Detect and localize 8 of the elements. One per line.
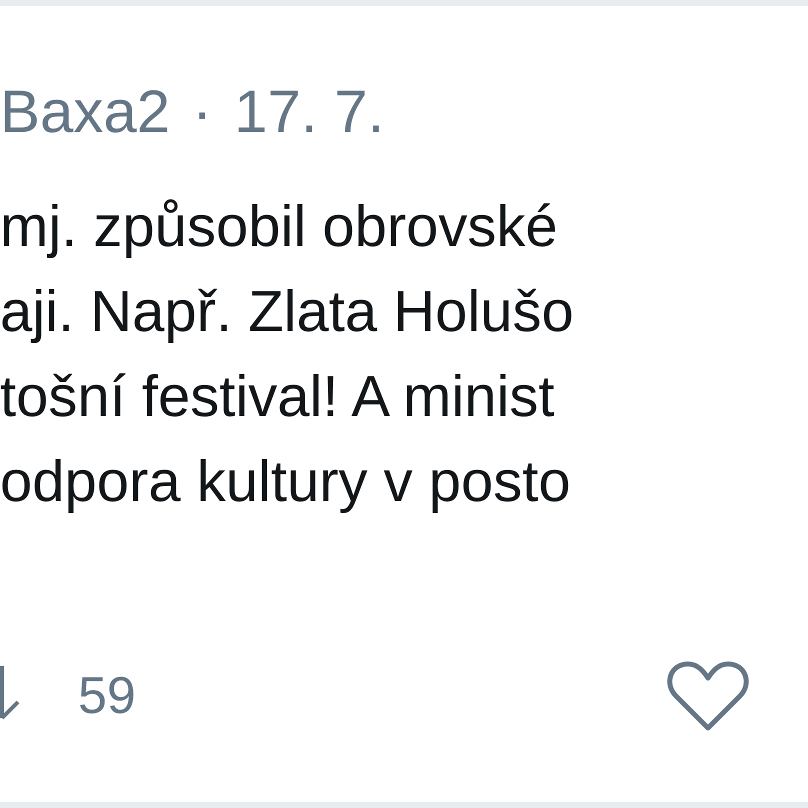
- tweet-date[interactable]: 17. 7.: [234, 76, 384, 148]
- retweet-count: 59: [78, 666, 136, 726]
- separator: ·: [192, 77, 212, 147]
- tweet-text-line: mj. způsobil obrovské: [0, 193, 559, 261]
- author-name[interactable]: Baxa2: [0, 76, 170, 148]
- tweet-text-line: tošní festival! A minist: [0, 363, 556, 431]
- tweet-text-line: odpora kultury v posto: [0, 448, 572, 516]
- tweet-text-line: aji. Např. Zlata Holušo: [0, 278, 575, 346]
